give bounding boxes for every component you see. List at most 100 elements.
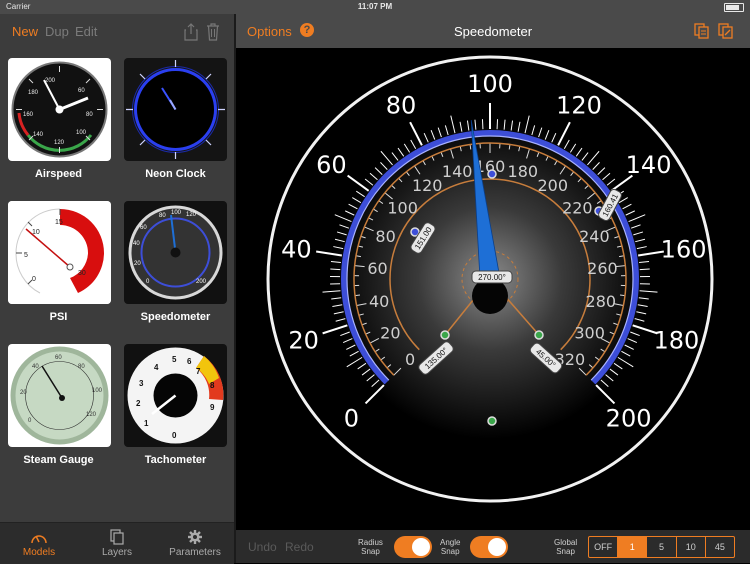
toggle-knob	[488, 538, 506, 556]
airspeed-gauge-thumbnail: 200 180 160 140 120 100 80 60	[8, 58, 111, 161]
trash-icon[interactable]	[206, 23, 220, 41]
steam-tick-label: 100	[92, 388, 103, 394]
copy-icon[interactable]	[694, 23, 710, 39]
snap-option-5[interactable]: 5	[647, 537, 676, 557]
edit-button[interactable]: Edit	[75, 24, 97, 39]
speedometer-tick-label: 40	[133, 241, 140, 247]
psi-tick-label: 5	[24, 252, 28, 259]
snap-option-1[interactable]: 1	[618, 537, 647, 557]
model-tile-tachometer[interactable]: 5 6 7 4 3 2 1 0 8 9	[124, 344, 227, 447]
speedometer-tick-label: 100	[171, 210, 182, 216]
tab-layers-label: Layers	[78, 547, 156, 558]
snap-option-10[interactable]: 10	[677, 537, 706, 557]
paste-icon[interactable]	[718, 23, 734, 39]
tach-tick-label: 2	[136, 399, 141, 408]
angle-snap-toggle[interactable]	[470, 536, 508, 558]
radius-snap-label-line2: Snap	[358, 547, 383, 556]
radius-snap-toggle[interactable]	[394, 536, 432, 558]
inner-scale-label: 80	[375, 227, 395, 246]
steam-tick-label: 40	[32, 364, 39, 370]
tach-tick-label: 4	[154, 363, 159, 372]
tab-models[interactable]: Models	[0, 523, 78, 564]
tab-parameters[interactable]: Parameters	[156, 523, 234, 564]
steam-gauge-thumbnail: 40 60 80 100 120 20 0	[8, 344, 111, 447]
redo-button[interactable]: Redo	[285, 540, 314, 554]
outer-scale-label: 120	[556, 91, 602, 119]
inner-scale-label: 140	[442, 162, 473, 181]
tach-tick-label: 5	[172, 355, 177, 364]
gauge-icon	[30, 529, 48, 545]
undo-button[interactable]: Undo	[248, 540, 277, 554]
angle-snap-label-line1: Angle	[440, 538, 460, 547]
outer-scale-label: 40	[281, 235, 312, 263]
model-label-airspeed: Airspeed	[0, 168, 117, 180]
right-angle-handle[interactable]	[535, 331, 543, 339]
neon-clock-thumbnail	[124, 58, 227, 161]
model-label-psi: PSI	[0, 311, 117, 323]
global-snap-label-line1: Global	[554, 538, 577, 547]
left-angle-handle[interactable]	[441, 331, 449, 339]
tab-models-label: Models	[0, 547, 78, 558]
top-radius-handle[interactable]	[488, 170, 496, 178]
gauge-canvas[interactable]: 020406080100120140160180200 020406080100…	[236, 48, 750, 530]
psi-gauge-thumbnail: 15 10 5 0 30	[8, 201, 111, 304]
speedometer-tick-label: 200	[196, 279, 207, 285]
sidebar-toolbar: New Dup Edit	[0, 14, 234, 50]
inner-scale-label: 220	[562, 198, 593, 217]
outer-scale-label: 160	[661, 235, 707, 263]
model-tile-steam-gauge[interactable]: 40 60 80 100 120 20 0	[8, 344, 111, 447]
snap-option-off[interactable]: OFF	[589, 537, 618, 557]
steam-tick-label: 80	[78, 364, 85, 370]
inner-scale-label: 60	[367, 259, 387, 278]
psi-tick-label: 15	[55, 219, 63, 226]
dup-button[interactable]: Dup	[45, 24, 69, 39]
page-title: Speedometer	[236, 24, 750, 39]
battery-icon	[724, 3, 744, 12]
tach-tick-label: 9	[210, 403, 215, 412]
airspeed-tick-label: 140	[33, 132, 44, 138]
status-bar: Carrier 11:07 PM	[0, 0, 750, 14]
outer-scale-label: 200	[606, 405, 652, 433]
radius-snap-label-line1: Radius	[358, 538, 383, 547]
speedometer-tick-label: 20	[134, 261, 141, 267]
speedometer-thumbnail: 80 100 120 60 40 20 0 200	[124, 201, 227, 304]
model-tile-psi[interactable]: 15 10 5 0 30	[8, 201, 111, 304]
model-label-neon-clock: Neon Clock	[117, 168, 234, 180]
sidebar-tab-bar: Models Layers Parameters	[0, 522, 234, 564]
global-snap-label-line2: Snap	[554, 547, 577, 556]
outer-scale-label: 100	[467, 70, 513, 98]
center-angle-tag: 270.00°	[472, 271, 512, 283]
toggle-knob	[412, 538, 430, 556]
speedometer-gauge[interactable]: 020406080100120140160180200 020406080100…	[236, 48, 750, 530]
model-tile-neon-clock[interactable]	[124, 58, 227, 161]
center-angle-value: 270.00°	[478, 273, 506, 282]
snap-option-45[interactable]: 45	[706, 537, 734, 557]
inner-scale-label: 20	[380, 323, 400, 342]
tach-tick-label: 6	[187, 357, 192, 366]
tach-tick-label: 0	[172, 431, 177, 440]
tach-tick-label: 7	[196, 367, 201, 376]
inner-scale-label: 0	[405, 350, 415, 369]
tachometer-thumbnail: 5 6 7 4 3 2 1 0 8 9	[124, 344, 227, 447]
airspeed-tick-label: 60	[78, 88, 85, 94]
model-tile-airspeed[interactable]: 200 180 160 140 120 100 80 60	[8, 58, 111, 161]
bottom-handle[interactable]	[488, 417, 496, 425]
outer-scale-label: 80	[386, 91, 417, 119]
models-sidebar: New Dup Edit 200 180 160 140	[0, 14, 234, 563]
new-button[interactable]: New	[12, 24, 38, 39]
psi-tick-label: 0	[32, 276, 36, 283]
steam-tick-label: 120	[86, 412, 97, 418]
speedometer-tick-label: 80	[159, 213, 166, 219]
model-tile-speedometer[interactable]: 80 100 120 60 40 20 0 200	[124, 201, 227, 304]
outer-scale-label: 20	[288, 327, 319, 355]
outer-scale-label: 60	[316, 151, 347, 179]
steam-tick-label: 20	[20, 390, 27, 396]
share-icon[interactable]	[184, 23, 198, 41]
inner-scale-label: 180	[508, 162, 539, 181]
model-label-speedometer: Speedometer	[117, 311, 234, 323]
angle-snap-label: Angle Snap	[440, 538, 460, 556]
tab-layers[interactable]: Layers	[78, 523, 156, 564]
model-label-steam-gauge: Steam Gauge	[0, 454, 117, 466]
speedometer-tick-label: 120	[186, 212, 197, 218]
steam-tick-label: 60	[55, 355, 62, 361]
